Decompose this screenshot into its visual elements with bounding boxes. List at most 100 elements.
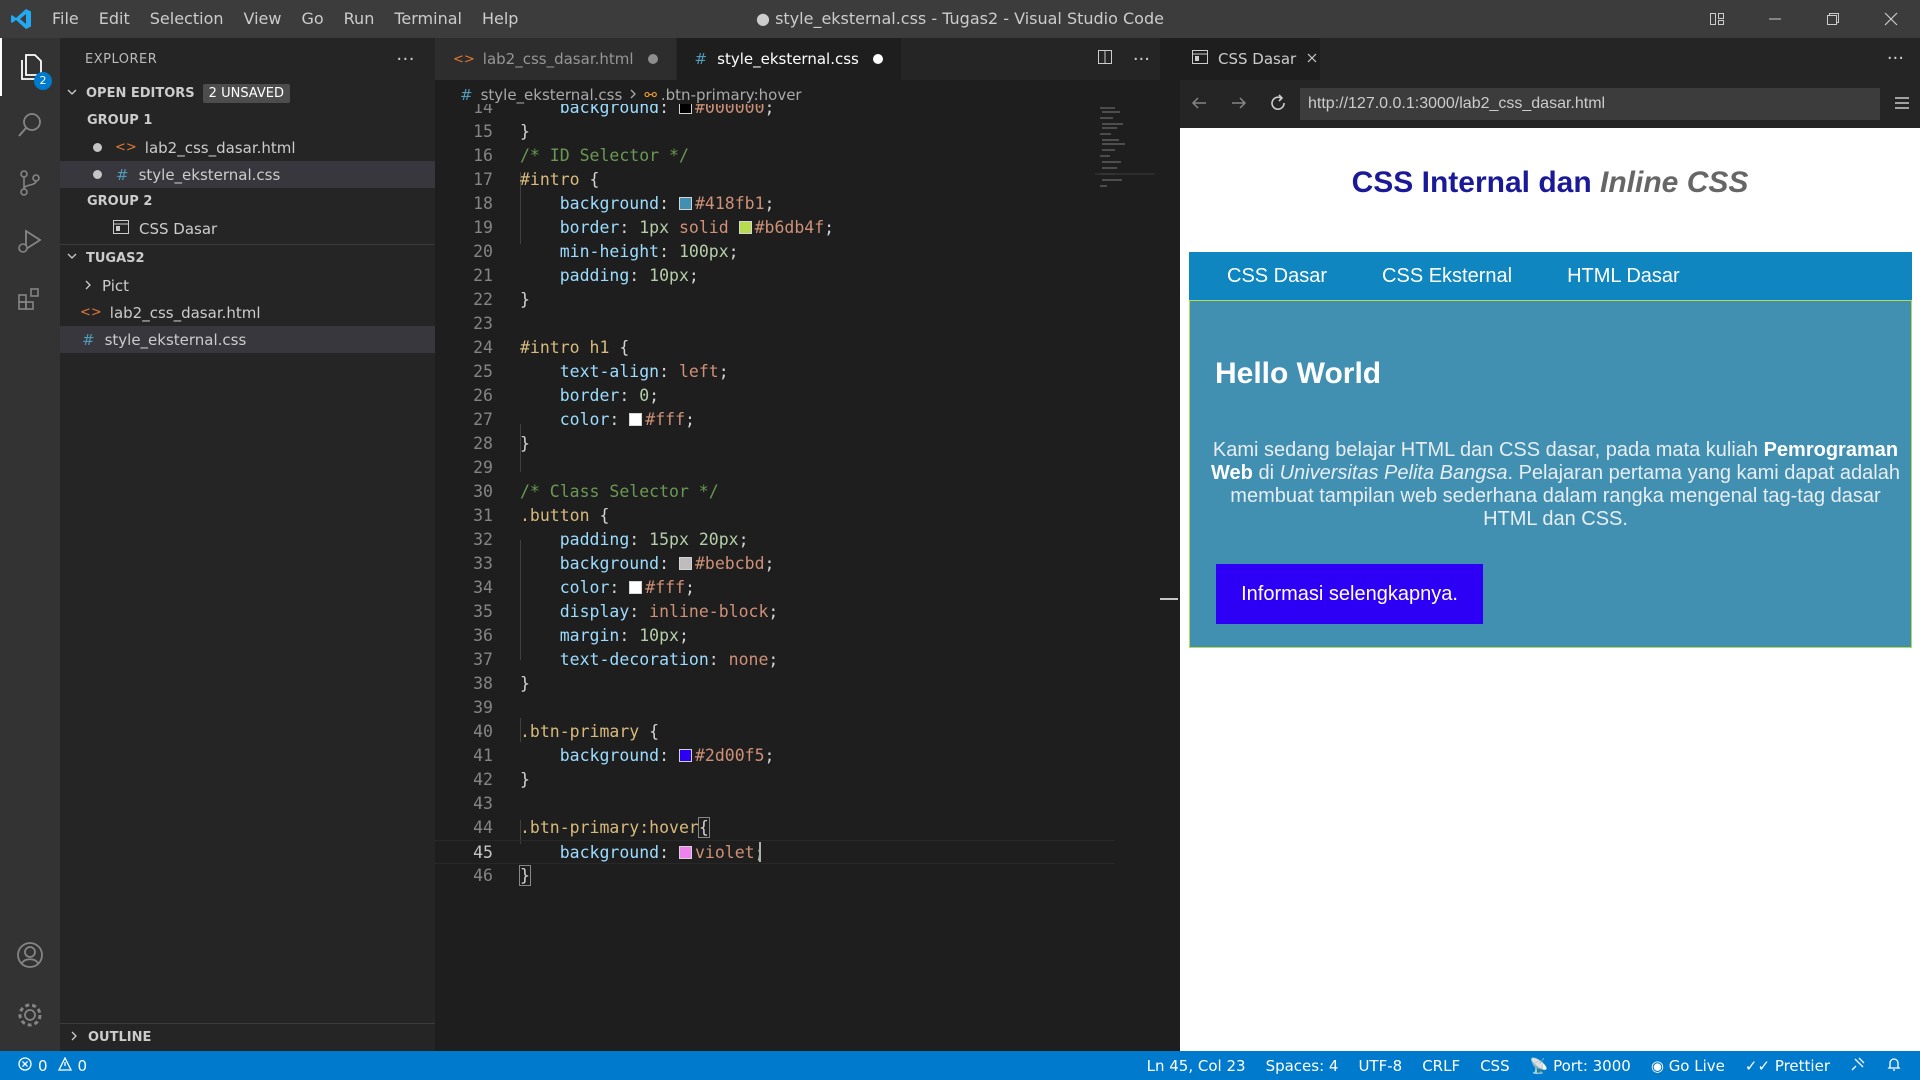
open-editor-css[interactable]: # style_eksternal.css — [60, 161, 435, 188]
code-editor[interactable]: 14 background: #000000; 15} 16/* ID Sele… — [435, 104, 1160, 1051]
cursor-position[interactable]: Ln 45, Col 23 — [1147, 1057, 1246, 1075]
more-actions-icon[interactable]: ··· — [1887, 48, 1904, 69]
prettier-status[interactable]: ✓✓ Prettier — [1745, 1057, 1830, 1075]
nav-link-css-eksternal[interactable]: CSS Eksternal — [1382, 265, 1512, 288]
more-info-button[interactable]: Informasi selengkapnya. — [1216, 564, 1483, 624]
split-editor-icon[interactable] — [1097, 49, 1113, 69]
close-tab-icon[interactable] — [1306, 50, 1318, 68]
problems-indicator[interactable]: 0 0 — [18, 1051, 87, 1080]
color-swatch[interactable] — [629, 413, 643, 426]
menu-terminal[interactable]: Terminal — [384, 0, 472, 38]
menu-file[interactable]: File — [42, 0, 89, 38]
color-swatch[interactable] — [678, 749, 692, 762]
notifications-bell-icon[interactable] — [1886, 1056, 1902, 1076]
reload-icon[interactable] — [1269, 94, 1287, 116]
file-html[interactable]: <> lab2_css_dasar.html — [60, 299, 435, 326]
minimize-icon[interactable] — [1746, 0, 1804, 38]
menu-edit[interactable]: Edit — [89, 0, 140, 38]
code-line: 25 text-align: left; — [473, 362, 729, 381]
extensions-icon[interactable] — [0, 270, 60, 328]
nav-link-html-dasar[interactable]: HTML Dasar — [1567, 265, 1680, 288]
breadcrumb-file[interactable]: style_eksternal.css — [481, 86, 623, 104]
accounts-icon[interactable] — [0, 926, 60, 984]
file-css[interactable]: # style_eksternal.css — [60, 326, 435, 353]
back-arrow-icon[interactable] — [1190, 94, 1208, 116]
more-actions-icon[interactable]: ··· — [396, 49, 415, 70]
open-editor-html-label: lab2_css_dasar.html — [144, 138, 296, 157]
open-editor-preview[interactable]: CSS Dasar — [60, 215, 435, 242]
outline-section[interactable]: OUTLINE — [60, 1023, 435, 1051]
port-status[interactable]: 📡 Port: 3000 — [1530, 1057, 1631, 1075]
intro-paragraph: Kami sedang belajar HTML dan CSS dasar, … — [1204, 439, 1907, 531]
nav-link-css-dasar[interactable]: CSS Dasar — [1227, 265, 1327, 288]
url-input[interactable]: http://127.0.0.1:3000/lab2_css_dasar.htm… — [1300, 88, 1880, 120]
intro-section: Hello World Kami sedang belajar HTML dan… — [1189, 300, 1912, 648]
chevron-right-icon — [68, 1030, 80, 1046]
preview-icon — [1192, 50, 1208, 68]
explorer-header: EXPLORER ··· — [60, 38, 435, 80]
code-line: 28} — [473, 434, 530, 453]
chevron-right-icon — [628, 86, 638, 104]
run-debug-icon[interactable] — [0, 212, 60, 270]
preview-icon — [113, 219, 129, 238]
menu-help[interactable]: Help — [472, 0, 528, 38]
open-editors-section[interactable]: OPEN EDITORS 2 UNSAVED — [60, 80, 435, 107]
code-line: 22} — [473, 290, 530, 309]
line-ending[interactable]: CRLF — [1422, 1057, 1460, 1075]
folder-pict[interactable]: Pict — [60, 272, 435, 299]
menu-selection[interactable]: Selection — [140, 0, 234, 38]
restore-icon[interactable] — [1804, 0, 1862, 38]
error-count: 0 — [38, 1056, 48, 1075]
menu-bar: File Edit Selection View Go Run Terminal… — [42, 0, 528, 38]
color-swatch[interactable] — [678, 104, 692, 114]
close-window-icon[interactable] — [1862, 0, 1920, 38]
tab-preview[interactable]: CSS Dasar — [1180, 38, 1320, 80]
open-editor-html[interactable]: <> lab2_css_dasar.html — [60, 134, 435, 161]
color-swatch[interactable] — [678, 846, 692, 859]
color-swatch[interactable] — [629, 581, 643, 594]
more-actions-icon[interactable]: ··· — [1133, 49, 1150, 70]
minimap[interactable] — [1095, 104, 1155, 194]
menu-go[interactable]: Go — [291, 0, 333, 38]
menu-view[interactable]: View — [234, 0, 292, 38]
language-mode[interactable]: CSS — [1480, 1057, 1510, 1075]
unsaved-dot-icon[interactable] — [93, 143, 102, 152]
menu-run[interactable]: Run — [334, 0, 385, 38]
color-swatch[interactable] — [738, 221, 752, 234]
tab-css[interactable]: # style_eksternal.css — [676, 38, 902, 80]
search-icon[interactable] — [0, 96, 60, 154]
outline-title: OUTLINE — [88, 1030, 152, 1045]
go-live-button[interactable]: ◉ Go Live — [1651, 1057, 1725, 1075]
group-1-header[interactable]: GROUP 1 — [60, 107, 435, 134]
workspace-section[interactable]: TUGAS2 — [60, 244, 435, 271]
hamburger-menu-icon[interactable] — [1894, 95, 1910, 115]
explorer-icon[interactable]: 2 — [0, 38, 60, 96]
breadcrumb-symbol[interactable]: .btn-primary:hover — [661, 86, 802, 104]
group-2-header[interactable]: GROUP 2 — [60, 188, 435, 215]
vscode-logo-icon — [0, 0, 42, 38]
manage-gear-icon[interactable] — [0, 986, 60, 1044]
page-heading: CSS Internal dan Inline CSS — [1180, 166, 1920, 200]
intro-text-2: di — [1252, 462, 1280, 484]
feedback-icon[interactable] — [1850, 1056, 1866, 1076]
unsaved-dot-icon[interactable] — [647, 54, 658, 64]
forward-arrow-icon[interactable] — [1230, 94, 1248, 116]
source-control-icon[interactable] — [0, 154, 60, 212]
color-swatch[interactable] — [678, 197, 692, 210]
window-controls — [1688, 0, 1920, 38]
title-bar: File Edit Selection View Go Run Terminal… — [0, 0, 1920, 38]
encoding[interactable]: UTF-8 — [1358, 1057, 1402, 1075]
warning-count: 0 — [77, 1056, 88, 1075]
status-right: Ln 45, Col 23 Spaces: 4 UTF-8 CRLF CSS 📡… — [1147, 1051, 1902, 1080]
code-line: 44 .btn-primary:hover{ — [473, 817, 710, 838]
indentation[interactable]: Spaces: 4 — [1266, 1057, 1339, 1075]
code-line: 43 — [473, 794, 493, 813]
unsaved-dot-icon[interactable] — [872, 54, 883, 64]
customize-layout-icon[interactable] — [1688, 0, 1746, 38]
color-swatch[interactable] — [678, 557, 692, 570]
prettier-label: Prettier — [1774, 1056, 1830, 1075]
tab-html[interactable]: <> lab2_css_dasar.html — [435, 38, 677, 80]
css-file-icon: # — [116, 165, 129, 184]
code-line: 34 color: #fff; — [473, 578, 695, 597]
unsaved-dot-icon[interactable] — [93, 170, 102, 179]
